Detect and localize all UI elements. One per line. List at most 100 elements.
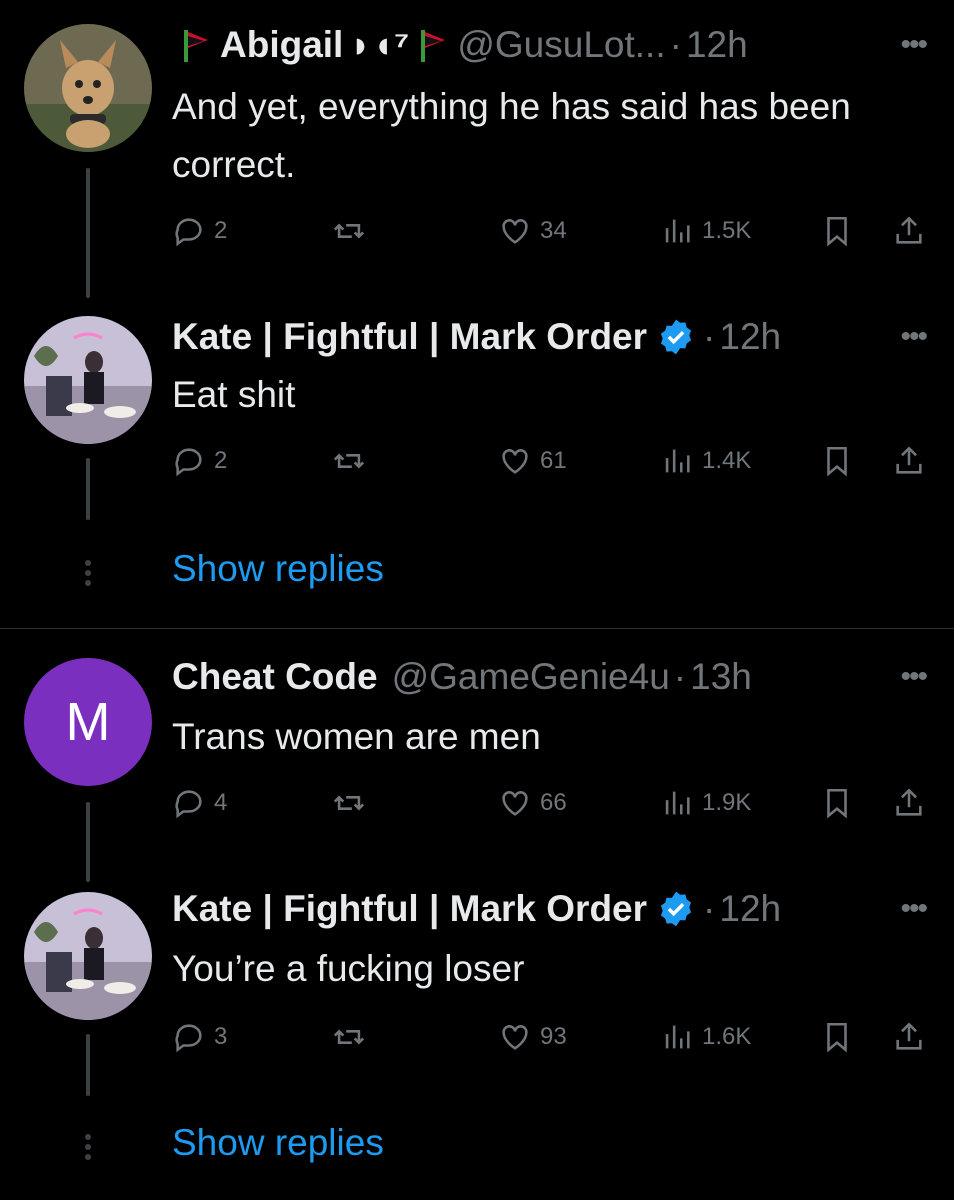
reply-icon: [175, 218, 202, 247]
like-count: 61: [540, 447, 567, 474]
tweet-2[interactable]: Kate | Fightful | Mark Order · 12h ••• E…: [0, 296, 954, 536]
more-icon[interactable]: •••: [900, 660, 927, 694]
reply-count: 2: [214, 217, 228, 244]
retweet-button[interactable]: [332, 1020, 366, 1054]
retweet-button[interactable]: [332, 786, 366, 820]
like-button[interactable]: 61: [498, 444, 567, 478]
retweet-icon: [333, 795, 365, 811]
show-replies-link[interactable]: Show replies: [172, 1122, 384, 1164]
thread-line: [86, 458, 90, 520]
share-button[interactable]: [892, 786, 926, 820]
reply-button[interactable]: 4: [172, 786, 227, 820]
reply-count: 3: [214, 1023, 228, 1050]
like-button[interactable]: 93: [498, 1020, 567, 1054]
bookmark-button[interactable]: [820, 444, 854, 478]
reply-icon: [175, 790, 202, 819]
tweet-4[interactable]: Kate | Fightful | Mark Order · 12h ••• Y…: [0, 872, 954, 1112]
tweet-header: Kate | Fightful | Mark Order · 12h: [172, 312, 781, 362]
author-name[interactable]: Kate | Fightful | Mark Order: [172, 312, 647, 362]
views-button[interactable]: 1.4K: [660, 444, 751, 478]
more-icon[interactable]: •••: [900, 320, 927, 354]
heart-icon: [502, 219, 528, 244]
tweet-text: You’re a fucking loser: [172, 948, 525, 989]
avatar-kate[interactable]: [24, 316, 152, 444]
avatar-kate[interactable]: [24, 892, 152, 1020]
flag-icon: [415, 27, 451, 63]
reply-button[interactable]: 2: [172, 214, 227, 248]
avatar-letter: M: [65, 692, 111, 752]
share-button[interactable]: [892, 444, 926, 478]
divider: [0, 628, 954, 629]
bookmark-button[interactable]: [820, 786, 854, 820]
retweet-icon: [333, 453, 365, 469]
like-button[interactable]: 66: [498, 786, 567, 820]
views-icon: [665, 1025, 690, 1049]
author-name[interactable]: Cheat Code: [172, 652, 378, 702]
separator-dot: ·: [669, 24, 682, 65]
retweet-icon: [333, 1029, 365, 1045]
tweet-time[interactable]: 12h: [686, 20, 748, 70]
author-handle[interactable]: @GameGenie4u: [392, 652, 670, 702]
author-handle[interactable]: @GusuLot...: [457, 20, 665, 70]
name-emoji: ◗◖⁷: [349, 24, 410, 65]
tweet-actions: 2 34 1.5K: [172, 214, 930, 254]
tweet-time[interactable]: 13h: [690, 652, 752, 702]
separator-dot: ·: [703, 316, 716, 357]
retweet-button[interactable]: [332, 444, 366, 478]
share-button[interactable]: [892, 1020, 926, 1054]
verified-badge-icon: [661, 891, 692, 927]
bookmark-button[interactable]: [820, 214, 854, 248]
flag-icon: [178, 27, 214, 63]
like-count: 93: [540, 1023, 567, 1050]
bookmark-icon: [827, 1022, 847, 1053]
avatar-abigail[interactable]: [24, 24, 152, 152]
views-icon: [665, 791, 690, 815]
separator-dot: ·: [673, 656, 687, 697]
retweet-button[interactable]: [332, 214, 366, 248]
thread-line: [86, 802, 90, 882]
share-button[interactable]: [892, 214, 926, 248]
more-icon[interactable]: •••: [900, 28, 927, 62]
view-count: 1.5K: [702, 217, 752, 244]
reply-icon: [175, 448, 202, 477]
tweet-time[interactable]: 12h: [719, 884, 781, 934]
verified-badge-icon: [661, 319, 692, 355]
tweet-actions: 3 93 1.6K: [172, 1020, 930, 1060]
tweet-text: Eat shit: [172, 374, 296, 415]
share-icon: [896, 446, 922, 474]
bookmark-icon: [827, 216, 847, 247]
author-name[interactable]: Abigail: [220, 20, 343, 70]
tweet-actions: 2 61 1.4K: [172, 444, 930, 484]
like-button[interactable]: 34: [498, 214, 567, 248]
avatar-cheat-code[interactable]: M: [24, 658, 152, 786]
reply-count: 4: [214, 789, 228, 816]
retweet-icon: [333, 223, 365, 239]
like-count: 66: [540, 789, 567, 816]
share-icon: [896, 788, 922, 816]
views-icon: [665, 219, 690, 243]
bookmark-icon: [827, 446, 847, 477]
thread-line: [86, 1034, 90, 1096]
more-icon[interactable]: •••: [900, 892, 927, 926]
show-replies-link[interactable]: Show replies: [172, 548, 384, 590]
tweet-header: Cheat Code @GameGenie4u · 13h: [172, 652, 752, 702]
tweet-1[interactable]: Abigail ◗◖⁷ @GusuLot... · 12h ••• And ye…: [0, 0, 954, 300]
tweet-time[interactable]: 12h: [719, 312, 781, 362]
reply-icon: [175, 1024, 202, 1053]
reply-button[interactable]: 3: [172, 1020, 227, 1054]
tweet-3[interactable]: M Cheat Code @GameGenie4u · 13h ••• Tran…: [0, 636, 954, 882]
heart-icon: [502, 791, 528, 816]
heart-icon: [502, 449, 528, 474]
views-button[interactable]: 1.6K: [660, 1020, 751, 1054]
tweet-header: Abigail ◗◖⁷ @GusuLot... · 12h: [172, 20, 748, 70]
thread-dots: [81, 560, 95, 590]
views-button[interactable]: 1.9K: [660, 786, 751, 820]
tweet-actions: 4 66 1.9K: [172, 786, 930, 826]
views-button[interactable]: 1.5K: [660, 214, 751, 248]
tweet-header: Kate | Fightful | Mark Order · 12h: [172, 884, 781, 934]
share-icon: [896, 1022, 922, 1050]
reply-button[interactable]: 2: [172, 444, 227, 478]
bookmark-button[interactable]: [820, 1020, 854, 1054]
author-name[interactable]: Kate | Fightful | Mark Order: [172, 884, 647, 934]
view-count: 1.9K: [702, 789, 752, 816]
